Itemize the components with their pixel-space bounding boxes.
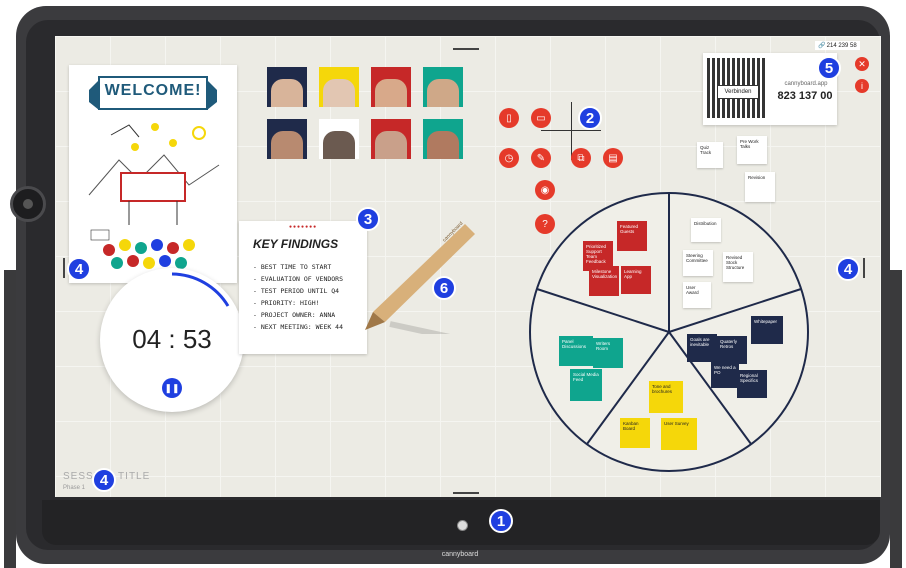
top-handle[interactable] <box>453 48 479 50</box>
info-icon[interactable]: i <box>855 79 869 93</box>
stand-right <box>890 270 902 568</box>
photo-2 <box>319 67 359 107</box>
door-icon[interactable]: ▯ <box>499 108 519 128</box>
note-stock-structure[interactable]: Revised Stock Structure <box>723 252 753 282</box>
sticky-icon[interactable]: ▤ <box>603 148 623 168</box>
note-quiz-track[interactable]: Quiz Track <box>697 142 723 168</box>
bottom-handle[interactable] <box>453 492 479 494</box>
link-icon: 🔗 <box>818 43 827 49</box>
note-tone-brochures[interactable]: Tone and brochures <box>649 381 683 413</box>
pen-icon[interactable]: ✎ <box>531 148 551 168</box>
note-writers-room[interactable]: Writers Room <box>593 338 623 368</box>
session-id: 214 239 58 <box>826 42 857 49</box>
findings-line-4: - PRIORITY: HIGH! <box>253 299 320 307</box>
welcome-poster[interactable]: WELCOME! <box>69 65 237 283</box>
photo-8 <box>423 119 463 159</box>
findings-line-2: - EVALUATION OF VENDORS <box>253 275 344 283</box>
findings-line-6: - NEXT MEETING: WEEK 44 <box>253 323 344 331</box>
findings-line-3: - TEST PERIOD UNTIL Q4 <box>253 287 340 295</box>
camera-icon-hardware <box>10 186 46 222</box>
photo-5 <box>267 119 307 159</box>
note-featured-guests[interactable]: Featured Guests <box>617 221 647 251</box>
note-steering[interactable]: Steering Committee <box>683 250 713 276</box>
note-learning-app[interactable]: Learning App <box>621 266 651 294</box>
findings-title: KEY FINDINGS <box>253 237 339 251</box>
note-panel[interactable]: Panel Discussions <box>559 336 593 366</box>
session-id-badge: 🔗 214 239 58 <box>815 41 860 50</box>
note-user-award[interactable]: User Award <box>683 282 711 308</box>
stand-left <box>4 270 16 568</box>
note-regional-specifics[interactable]: Regional Specifics <box>737 370 767 398</box>
note-goals[interactable]: Goals are inevitable <box>687 334 717 362</box>
close-icon[interactable]: ✕ <box>855 57 869 71</box>
photo-1 <box>267 67 307 107</box>
note-whitepaper[interactable]: Whitepaper <box>751 316 783 344</box>
presentation-icon[interactable]: ▭ <box>531 108 551 128</box>
note-kanban[interactable]: Kanban Board <box>620 418 650 448</box>
note-distribution[interactable]: Distribution <box>691 218 721 242</box>
clock-icon[interactable]: ◷ <box>499 148 519 168</box>
badge-5: 5 <box>817 56 841 80</box>
connect-url: cannyboard.app <box>784 81 828 87</box>
key-findings-note[interactable]: ●●●●●●● KEY FINDINGS - BEST TIME TO STAR… <box>239 221 367 354</box>
whiteboard-canvas[interactable]: WELCOME! 04 : 53 ❚❚ ●●●●●●● KEY FINDINGS… <box>55 36 881 497</box>
note-user-survey[interactable]: User Survey <box>661 418 697 450</box>
color-palette[interactable]: ●●●●●●● <box>289 224 317 230</box>
note-quarterly-retros[interactable]: Quaterly Retros <box>717 336 747 364</box>
badge-2: 2 <box>578 106 602 130</box>
welcome-sign-text: WELCOME! <box>104 82 202 99</box>
home-button[interactable] <box>457 520 468 531</box>
note-need-po[interactable]: We need a PO <box>711 362 739 388</box>
badge-6: 6 <box>432 276 456 300</box>
right-handle[interactable] <box>863 258 865 278</box>
note-milestone[interactable]: Milestone Visualization <box>589 266 619 296</box>
badge-4-right: 4 <box>836 257 860 281</box>
photo-4 <box>423 67 463 107</box>
photo-7 <box>371 119 411 159</box>
left-handle[interactable] <box>63 258 65 278</box>
findings-line-5: - PROJECT OWNER: ANNA <box>253 311 336 319</box>
session-phase: Phase 1 <box>63 485 86 491</box>
pause-icon[interactable]: ❚❚ <box>162 378 182 398</box>
findings-line-1: - BEST TIME TO START <box>253 263 332 271</box>
note-social-media[interactable]: Social Media Feed <box>570 369 602 401</box>
timer-display: 04 : 53 <box>132 324 212 354</box>
note-pre-work-talks[interactable]: Pre Work Talks <box>737 136 767 164</box>
badge-1: 1 <box>489 509 513 533</box>
team-photo-grid[interactable] <box>267 67 463 171</box>
connect-code: 823 137 00 <box>777 90 833 102</box>
photo-3 <box>371 67 411 107</box>
badge-4-left: 4 <box>67 257 91 281</box>
screen-share-icon[interactable]: ⧉ <box>571 148 591 168</box>
badge-4-bottom: 4 <box>92 468 116 492</box>
brand-label: cannyboard <box>441 551 479 558</box>
timer-widget[interactable]: 04 : 53 ❚❚ <box>100 268 244 412</box>
photo-6 <box>319 119 359 159</box>
badge-3: 3 <box>356 207 380 231</box>
connect-button[interactable]: Verbinden <box>717 85 759 99</box>
